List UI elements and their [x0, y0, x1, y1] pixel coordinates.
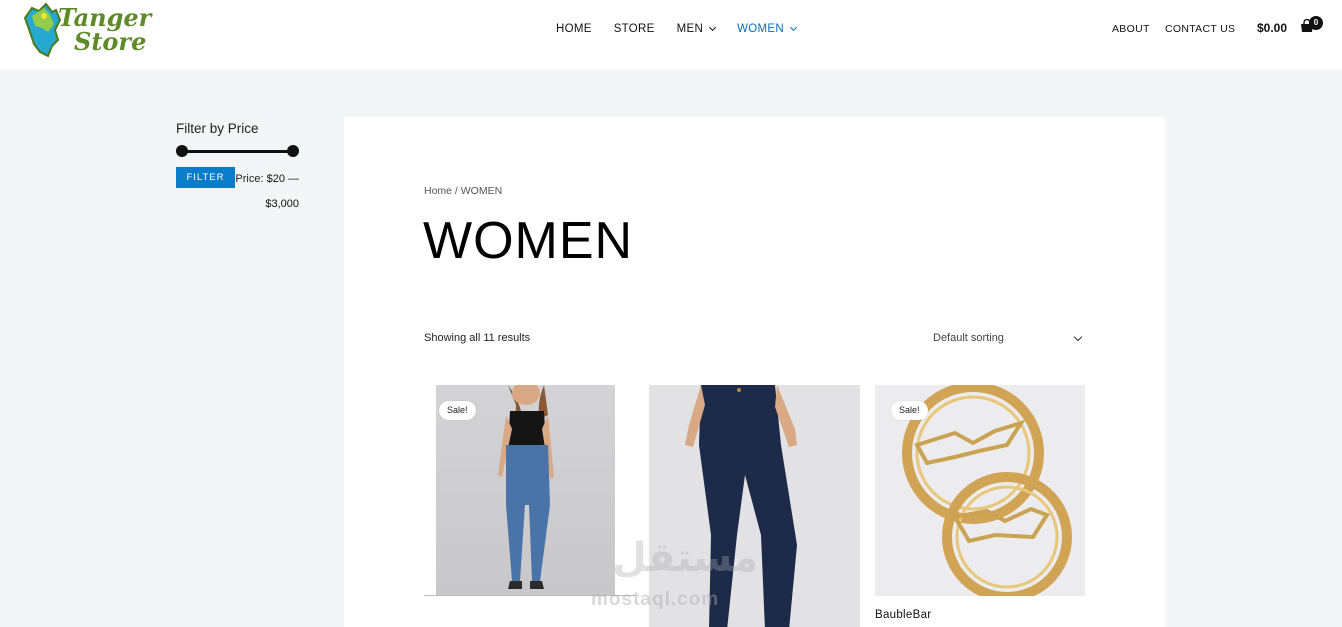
price-slider-min-handle[interactable] [176, 145, 188, 157]
chevron-down-icon [1073, 332, 1083, 342]
watermark-arabic: مستقل [612, 535, 759, 581]
product-image-3[interactable]: Sale! [875, 385, 1085, 596]
sale-badge: Sale! [891, 401, 928, 420]
nav-home-label: HOME [556, 23, 592, 35]
cart-total[interactable]: $0.00 [1257, 21, 1287, 35]
price-separator: — [288, 173, 299, 185]
price-range-row-1: Price: $20 — [235, 167, 299, 192]
page-title: WOMEN [423, 212, 634, 270]
results-count: Showing all 11 results [424, 332, 531, 344]
price-slider-track[interactable] [181, 150, 293, 153]
nav-home[interactable]: HOME [556, 22, 592, 36]
logo-line-2: Store [74, 27, 147, 56]
logo-text: Tanger Store [58, 6, 151, 54]
nav-women-label: WOMEN [737, 23, 784, 35]
chevron-down-icon [789, 23, 797, 32]
price-slider-max-handle[interactable] [287, 145, 299, 157]
filter-by-price-title: Filter by Price [176, 121, 259, 136]
watermark-latin: mostaql.com [591, 589, 720, 610]
nav-men-label: MEN [676, 23, 704, 35]
price-max: $3,000 [265, 198, 299, 210]
nav-contact-us[interactable]: CONTACT US [1165, 23, 1235, 35]
nav-store-label: STORE [613, 23, 655, 35]
nav-store[interactable]: STORE [614, 22, 655, 36]
nav-women[interactable]: WOMEN [737, 22, 797, 36]
sale-badge: Sale! [439, 401, 476, 420]
price-min: $20 [266, 173, 285, 185]
product-image-1[interactable]: Sale! [436, 385, 615, 595]
chevron-down-icon [709, 23, 717, 32]
sorting-select[interactable]: Default sorting [933, 332, 1083, 344]
filter-button[interactable]: FILTER [176, 167, 235, 188]
breadcrumb[interactable]: Home / WOMEN [424, 185, 502, 197]
site-header: Tanger Store HOME STORE MEN WOMEN ABOUT … [0, 0, 1342, 69]
cart-count-badge: 0 [1309, 16, 1323, 30]
nav-about[interactable]: ABOUT [1112, 23, 1150, 35]
price-range-row-2: $3,000 [265, 192, 299, 217]
main-nav: HOME STORE MEN WOMEN [556, 22, 818, 36]
nav-men[interactable]: MEN [676, 22, 717, 36]
site-logo[interactable]: Tanger Store [22, 2, 158, 60]
product-name-3[interactable]: BaubleBar [875, 609, 931, 621]
price-prefix: Price: [235, 173, 264, 185]
sorting-value: Default sorting [933, 332, 1004, 344]
